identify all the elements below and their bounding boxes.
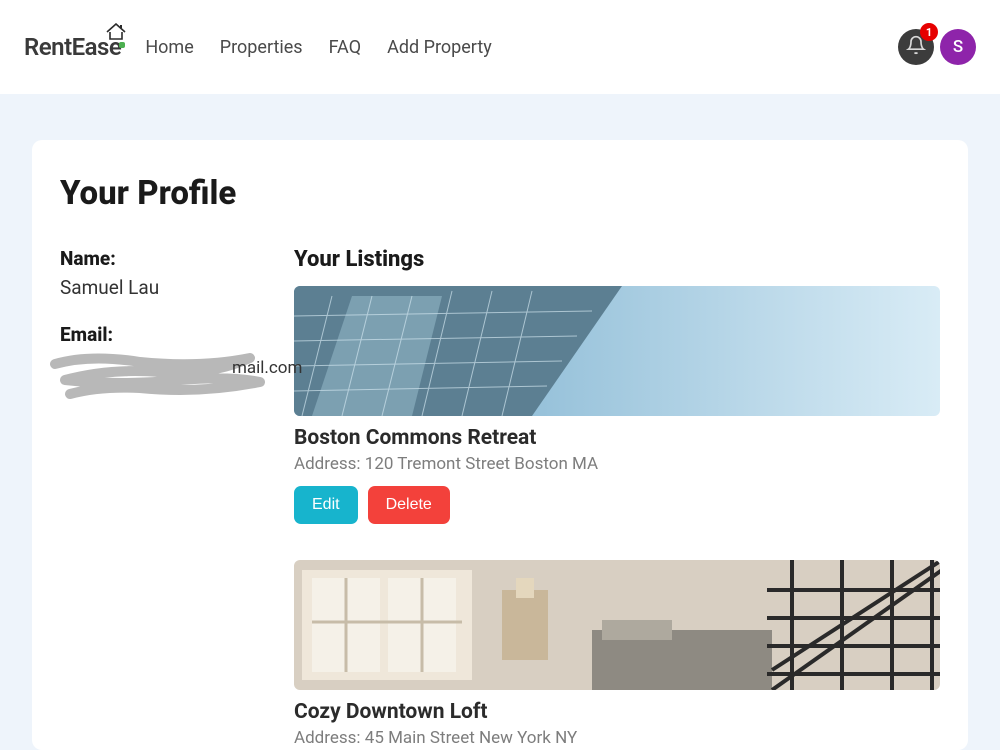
nav-home[interactable]: Home	[145, 37, 193, 58]
listing-title: Cozy Downtown Loft	[294, 700, 940, 724]
avatar[interactable]: S	[940, 29, 976, 65]
main-nav: Home Properties FAQ Add Property	[145, 37, 491, 58]
profile-card: Your Profile Name: Samuel Lau Email: mai…	[32, 140, 968, 750]
listings-panel: Your Listings	[294, 247, 940, 750]
logo-accent-dot	[119, 42, 125, 48]
logo[interactable]: RentEase	[24, 33, 121, 61]
email-value-redacted: mail.com	[60, 352, 270, 392]
listing-address: Address: 45 Main Street New York NY	[294, 728, 940, 748]
nav-add-property[interactable]: Add Property	[387, 37, 492, 58]
notifications-badge: 1	[920, 23, 938, 41]
page-title: Your Profile	[60, 174, 940, 213]
name-label: Name:	[60, 247, 270, 270]
listing-card: Boston Commons Retreat Address: 120 Trem…	[294, 286, 940, 524]
edit-button[interactable]: Edit	[294, 486, 358, 524]
header-left: RentEase Home Properties FAQ Add Propert…	[24, 33, 492, 61]
listing-title: Boston Commons Retreat	[294, 426, 940, 450]
delete-button[interactable]: Delete	[368, 486, 450, 524]
listing-address: Address: 120 Tremont Street Boston MA	[294, 454, 940, 474]
email-tail: mail.com	[232, 358, 302, 378]
listing-actions: Edit Delete	[294, 486, 940, 524]
listings-heading: Your Listings	[294, 247, 940, 272]
avatar-initial: S	[953, 37, 963, 57]
nav-faq[interactable]: FAQ	[329, 37, 361, 58]
listing-image	[294, 560, 940, 690]
notifications-button[interactable]: 1	[898, 29, 934, 65]
listing-card: Cozy Downtown Loft Address: 45 Main Stre…	[294, 560, 940, 750]
listing-image	[294, 286, 940, 416]
profile-info: Name: Samuel Lau Email: mail.com	[60, 247, 270, 750]
page-content: Your Profile Name: Samuel Lau Email: mai…	[0, 94, 1000, 750]
nav-properties[interactable]: Properties	[220, 37, 303, 58]
name-value: Samuel Lau	[60, 276, 270, 299]
profile-columns: Name: Samuel Lau Email: mail.com Your Li…	[60, 247, 940, 750]
header-right: 1 S	[898, 29, 976, 65]
email-label: Email:	[60, 323, 270, 346]
header: RentEase Home Properties FAQ Add Propert…	[0, 0, 1000, 94]
